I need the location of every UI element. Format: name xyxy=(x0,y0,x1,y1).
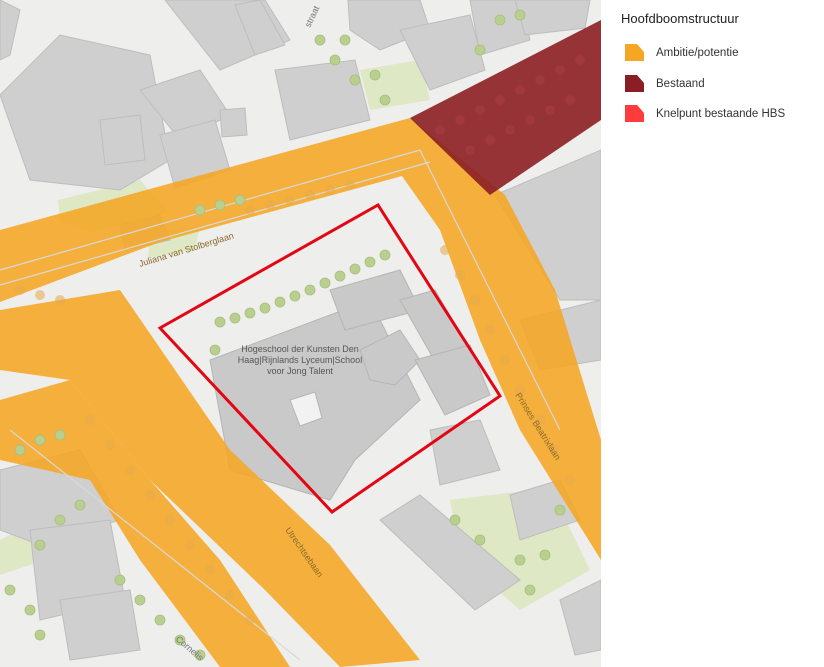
legend-item-ambitie[interactable]: Ambitie/potentie xyxy=(625,44,738,61)
legend-item-bestaand[interactable]: Bestaand xyxy=(625,75,705,92)
map-view[interactable]: Juliana van Stolberglaan Prinses Beatrix… xyxy=(0,0,601,667)
swatch-bestaand xyxy=(625,75,644,92)
legend-item-knelpunt[interactable]: Knelpunt bestaande HBS xyxy=(625,105,785,122)
swatch-ambitie xyxy=(625,44,644,61)
map-canvas[interactable]: Juliana van Stolberglaan Prinses Beatrix… xyxy=(0,0,601,667)
polygon-swatch-icon xyxy=(625,105,644,122)
swatch-knelpunt xyxy=(625,105,644,122)
legend-label-ambitie: Ambitie/potentie xyxy=(656,46,739,59)
school-label-line-1: Hogeschool der Kunsten Den xyxy=(241,344,359,354)
legend-panel: Hoofdboomstructuur Ambitie/potentie Best… xyxy=(601,0,824,667)
legend-label-bestaand: Bestaand xyxy=(656,77,705,90)
polygon-swatch-icon xyxy=(625,75,644,92)
legend-label-knelpunt: Knelpunt bestaande HBS xyxy=(656,107,786,120)
school-label-line-2: Haag|Rijnlands Lyceum|School xyxy=(238,355,362,365)
school-label-line-3: voor Jong Talent xyxy=(267,366,333,376)
polygon-swatch-icon xyxy=(625,44,644,61)
legend-title: Hoofdboomstructuur xyxy=(621,11,739,26)
